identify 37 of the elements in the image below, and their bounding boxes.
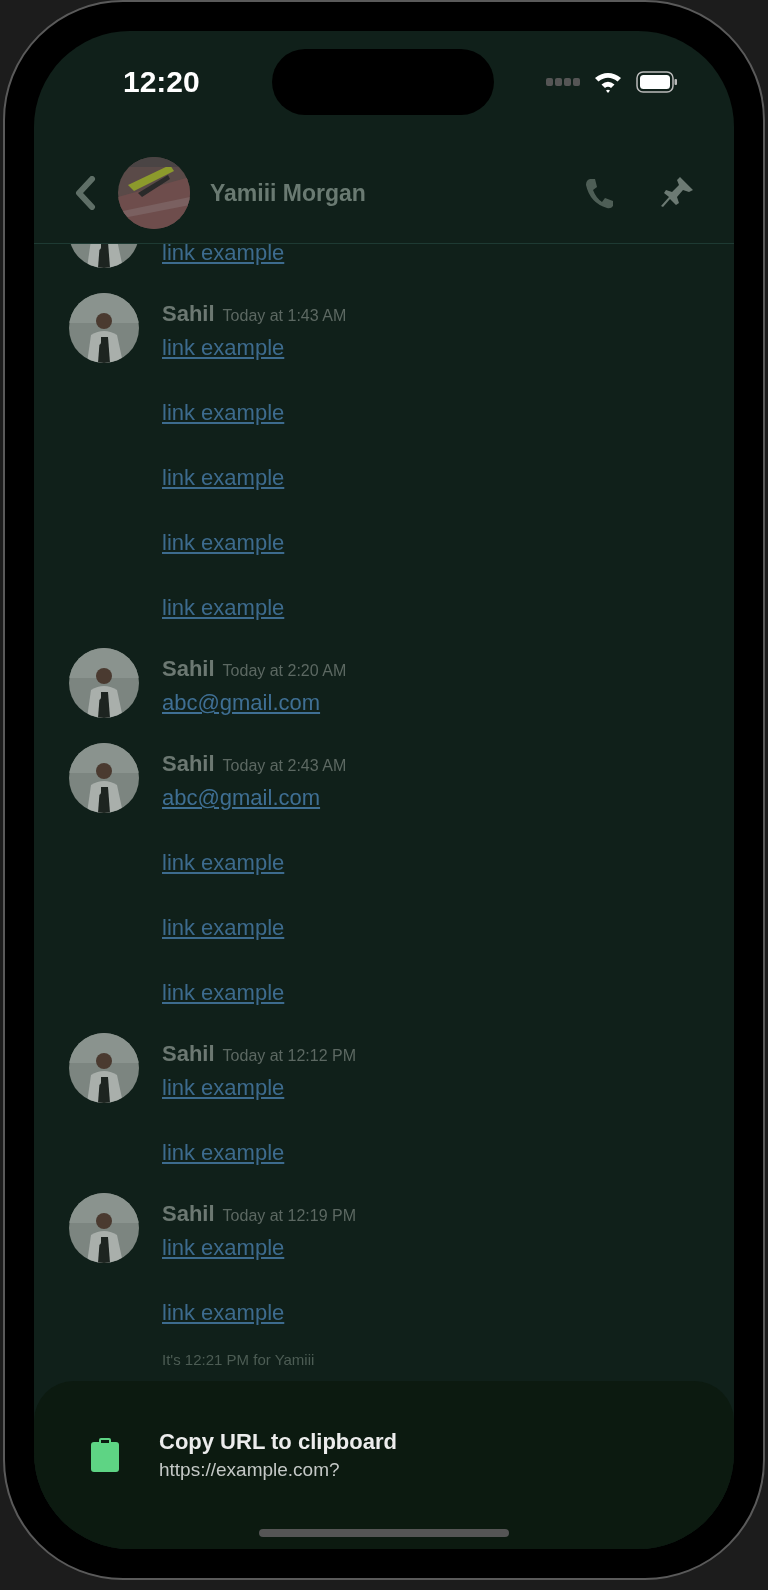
battery-icon — [636, 71, 678, 93]
author-name: Sahil — [162, 1201, 215, 1227]
email-link[interactable]: abc@gmail.com — [162, 781, 321, 814]
phone-icon[interactable] — [584, 177, 614, 209]
link[interactable]: link example — [162, 526, 285, 559]
link[interactable]: link example — [162, 1231, 285, 1264]
clipboard-icon[interactable] — [91, 1438, 119, 1472]
message-time: Today at 1:43 AM — [222, 307, 347, 325]
local-time-note: It's 12:21 PM for Yamiii — [162, 1351, 316, 1368]
link[interactable]: link example — [162, 976, 285, 1009]
message-time: Today at 12:12 PM — [222, 1047, 356, 1065]
link[interactable]: link example — [162, 1136, 285, 1169]
author-name: Sahil — [162, 1041, 215, 1067]
email-link[interactable]: abc@gmail.com — [162, 686, 321, 719]
status-time: 12:20 — [123, 65, 200, 99]
link[interactable]: link example — [162, 461, 285, 494]
wifi-icon — [594, 71, 622, 93]
message-time: Today at 2:43 AM — [222, 757, 347, 775]
author-name: Sahil — [162, 751, 215, 777]
link[interactable]: link example — [162, 846, 285, 879]
link[interactable]: link example — [162, 244, 285, 269]
message-time: Today at 2:20 AM — [222, 662, 347, 680]
author-name: Sahil — [162, 656, 215, 682]
link[interactable]: link example — [162, 331, 285, 364]
link[interactable]: link example — [162, 911, 285, 944]
signal-icon — [546, 78, 580, 86]
link[interactable]: link example — [162, 591, 285, 624]
link[interactable]: link example — [162, 396, 285, 429]
contact-name: Yamiii Morgan — [210, 179, 367, 207]
link[interactable]: link example — [162, 1296, 285, 1329]
link[interactable]: link example — [162, 1071, 285, 1104]
back-icon[interactable] — [74, 176, 96, 210]
pin-icon[interactable] — [660, 176, 694, 210]
url-text: https://example.com? — [159, 1459, 341, 1481]
message-time: Today at 12:19 PM — [222, 1207, 356, 1225]
sheet-title[interactable]: Copy URL to clipboard — [159, 1429, 397, 1455]
author-name: Sahil — [162, 301, 215, 327]
